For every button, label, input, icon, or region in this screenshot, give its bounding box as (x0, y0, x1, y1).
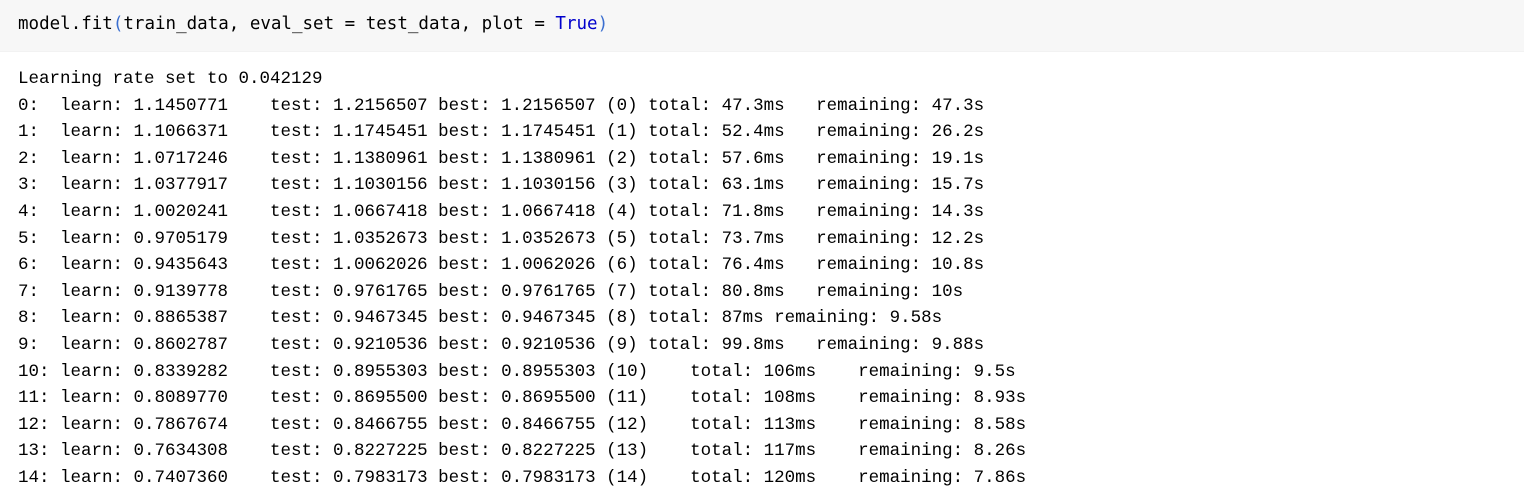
output-line-iter-7: 7: learn: 0.9139778 test: 0.9761765 best… (18, 281, 964, 302)
code-close-paren: ) (597, 14, 609, 34)
output-line-iter-10: 10: learn: 0.8339282 test: 0.8955303 bes… (18, 361, 1016, 382)
code-object: model (18, 14, 71, 34)
code-input-cell[interactable]: model.fit(train_data, eval_set = test_da… (0, 0, 1524, 52)
output-line-iter-4: 4: learn: 1.0020241 test: 1.0667418 best… (18, 201, 985, 222)
output-line-iter-0: 0: learn: 1.1450771 test: 1.2156507 best… (18, 95, 985, 116)
output-line-iter-1: 1: learn: 1.1066371 test: 1.1745451 best… (18, 122, 985, 143)
output-line-iter-13: 13: learn: 0.7634308 test: 0.8227225 bes… (18, 441, 1027, 462)
code-kw-eval-set: eval_set (249, 14, 335, 34)
output-area: Learning rate set to 0.042129 0: learn: 1… (18, 66, 1026, 487)
output-line-iter-6: 6: learn: 0.9435643 test: 1.0062026 best… (18, 255, 985, 276)
code-arg-test: test_data (365, 14, 461, 34)
output-line-iter-12: 12: learn: 0.7867674 test: 0.8466755 bes… (18, 414, 1027, 435)
code-comma: , (228, 14, 250, 34)
output-line-learning-rate: Learning rate set to 0.042129 (18, 69, 323, 89)
code-bool-true: True (555, 14, 598, 34)
output-line-iter-11: 11: learn: 0.8089770 test: 0.8695500 bes… (18, 388, 1027, 409)
output-line-iter-9: 9: learn: 0.8602787 test: 0.9210536 best… (18, 334, 985, 355)
code-open-paren: ( (112, 14, 124, 34)
output-line-iter-5: 5: learn: 0.9705179 test: 1.0352673 best… (18, 228, 985, 249)
output-line-iter-14: 14: learn: 0.7407360 test: 0.7983173 bes… (18, 467, 1027, 487)
code-kw-plot: plot (481, 14, 524, 34)
code-method: .fit (70, 14, 113, 34)
code-arg-train: train_data (123, 14, 229, 34)
code-assign: = (523, 14, 556, 34)
output-line-iter-3: 3: learn: 1.0377917 test: 1.1030156 best… (18, 175, 985, 196)
code-line[interactable]: model.fit(train_data, eval_set = test_da… (18, 12, 608, 36)
code-comma: , (460, 14, 482, 34)
notebook: model.fit(train_data, eval_set = test_da… (0, 0, 1524, 487)
output-line-iter-8: 8: learn: 0.8865387 test: 0.9467345 best… (18, 308, 943, 329)
output-line-iter-2: 2: learn: 1.0717246 test: 1.1380961 best… (18, 148, 985, 169)
code-assign: = (334, 14, 366, 34)
